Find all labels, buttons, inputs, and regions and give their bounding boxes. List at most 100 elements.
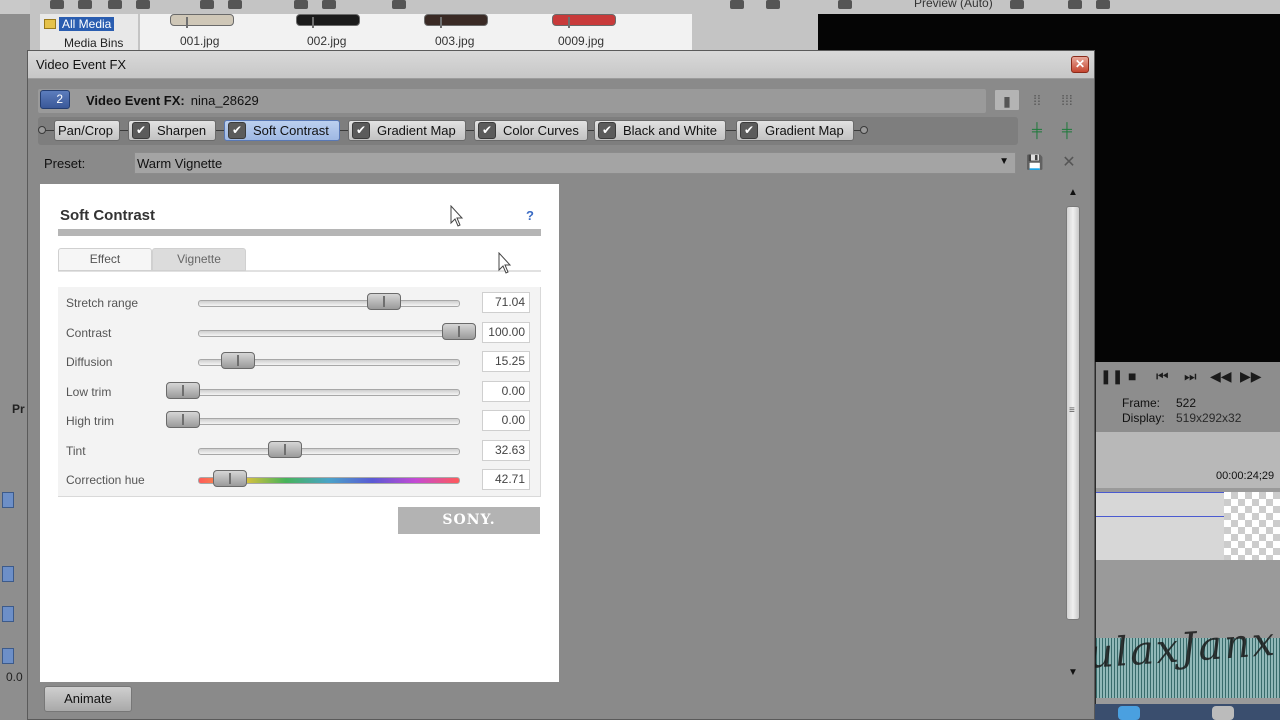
previous-frame-icon[interactable]: ⏮ bbox=[1156, 368, 1169, 385]
slider-track[interactable] bbox=[198, 330, 460, 337]
parameter-row: Tint 32.63 bbox=[58, 437, 541, 465]
slider-thumb[interactable] bbox=[166, 382, 200, 399]
preview-transport: ❚❚ ■ ⏮ ⏭ ◀◀ ▶▶ Frame: 522 Display: 519x292… bbox=[1096, 362, 1280, 432]
slider-track[interactable] bbox=[198, 448, 460, 455]
folder-icon bbox=[44, 19, 56, 29]
play-icon[interactable] bbox=[294, 0, 308, 9]
split-screen-icon[interactable] bbox=[838, 0, 852, 9]
slider-thumb[interactable] bbox=[442, 323, 476, 340]
parameter-value-field[interactable]: 42.71 bbox=[482, 469, 530, 490]
slider-thumb[interactable] bbox=[268, 441, 302, 458]
preset-value: Warm Vignette bbox=[137, 156, 223, 171]
cut-icon[interactable] bbox=[200, 0, 214, 9]
close-icon[interactable]: ✕ bbox=[1071, 56, 1089, 73]
track-header-button[interactable] bbox=[2, 648, 14, 664]
thumbnail-caption: 002.jpg bbox=[307, 34, 347, 48]
copy-icon[interactable] bbox=[228, 0, 242, 9]
next-frame-icon[interactable]: ⏭ bbox=[1184, 368, 1197, 385]
plugin-button-sharpen[interactable]: ✔ Sharpen bbox=[128, 120, 216, 141]
pause-icon[interactable]: ❚❚ bbox=[1100, 368, 1123, 385]
chevron-down-icon[interactable]: ▼ bbox=[999, 156, 1009, 167]
save-snapshot-icon[interactable] bbox=[1096, 0, 1110, 9]
check-icon[interactable]: ✔ bbox=[228, 122, 246, 139]
dialog-title: Video Event FX bbox=[36, 57, 127, 72]
slider-thumb[interactable] bbox=[213, 470, 247, 487]
parameter-label: Contrast bbox=[66, 326, 112, 340]
save-preset-icon[interactable]: 💾 bbox=[1026, 154, 1044, 172]
plugin-chain-icon[interactable]: ╪ bbox=[1026, 119, 1048, 141]
slider-track[interactable] bbox=[182, 389, 460, 396]
slider-track[interactable] bbox=[182, 418, 460, 425]
thumbnail-image[interactable] bbox=[170, 14, 234, 28]
overlays-icon[interactable] bbox=[1010, 0, 1024, 9]
fast-forward-icon[interactable]: ▶▶ bbox=[1240, 368, 1262, 385]
check-icon[interactable]: ✔ bbox=[740, 122, 758, 139]
track-header-button[interactable] bbox=[2, 566, 14, 582]
stop-icon[interactable]: ■ bbox=[1128, 368, 1136, 384]
slider-thumb[interactable] bbox=[367, 293, 401, 310]
thumbnail-caption: 001.jpg bbox=[180, 34, 220, 48]
plugin-button-pan-crop[interactable]: Pan/Crop bbox=[54, 120, 120, 141]
render-icon[interactable] bbox=[108, 0, 122, 9]
scroll-up-icon[interactable]: ▲ bbox=[1065, 185, 1081, 201]
parameter-value-field[interactable]: 100.00 bbox=[482, 322, 530, 343]
stop-icon[interactable] bbox=[322, 0, 336, 9]
parameter-label: Low trim bbox=[66, 385, 112, 399]
double-view-icon[interactable]: ⁞⁞ bbox=[1024, 89, 1050, 111]
plugin-button-gradient-map[interactable]: ✔ Gradient Map bbox=[348, 120, 466, 141]
skype-icon[interactable] bbox=[1118, 706, 1140, 720]
scroll-down-icon[interactable]: ▼ bbox=[1065, 665, 1081, 681]
copy-snapshot-icon[interactable] bbox=[1068, 0, 1082, 9]
media-tree-item[interactable]: All Media bbox=[44, 17, 115, 31]
view-mode-buttons: ▮ ⁞⁞ ⁞⁞⁞ bbox=[992, 89, 1082, 113]
single-view-icon[interactable]: ▮ bbox=[994, 89, 1020, 111]
preset-dropdown[interactable]: Warm Vignette ▼ bbox=[134, 152, 1016, 174]
video-clip[interactable] bbox=[1224, 492, 1280, 560]
parameter-value-field[interactable]: 71.04 bbox=[482, 292, 530, 313]
parameter-value-field[interactable]: 0.00 bbox=[482, 410, 530, 431]
tab-vignette[interactable]: Vignette bbox=[152, 248, 246, 271]
rewind-icon[interactable]: ◀◀ bbox=[1210, 368, 1232, 385]
check-icon[interactable]: ✔ bbox=[132, 122, 150, 139]
plugin-button-color-curves[interactable]: ✔ Color Curves bbox=[474, 120, 588, 141]
panel-scrollbar[interactable]: ▲ ▼ bbox=[1064, 184, 1082, 682]
tab-effect[interactable]: Effect bbox=[58, 248, 152, 271]
check-icon[interactable]: ✔ bbox=[598, 122, 616, 139]
event-number-badge: 2 bbox=[40, 90, 70, 109]
track-header-button[interactable] bbox=[2, 492, 14, 508]
parameter-value-field[interactable]: 32.63 bbox=[482, 440, 530, 461]
slider-thumb[interactable] bbox=[166, 411, 200, 428]
remove-plugin-icon[interactable]: ╪ bbox=[1056, 119, 1078, 141]
save-icon[interactable] bbox=[78, 0, 92, 9]
search-icon[interactable] bbox=[136, 0, 150, 9]
help-icon[interactable]: ? bbox=[526, 208, 534, 223]
preview-quality-label[interactable]: Preview (Auto) bbox=[914, 0, 993, 10]
parameter-row: Stretch range 71.04 bbox=[58, 289, 541, 317]
parameter-value-field[interactable]: 15.25 bbox=[482, 351, 530, 372]
plugin-button-gradient-map-2[interactable]: ✔ Gradient Map bbox=[736, 120, 854, 141]
thumbnail-image[interactable] bbox=[424, 14, 488, 28]
thumbnail-image[interactable] bbox=[296, 14, 360, 28]
delete-preset-icon[interactable]: ✕ bbox=[1060, 152, 1078, 172]
slider-thumb[interactable] bbox=[221, 352, 255, 369]
scrollbar-thumb[interactable] bbox=[1066, 206, 1080, 620]
media-tree-item[interactable]: Media Bins bbox=[64, 36, 123, 50]
external-monitor-icon[interactable] bbox=[766, 0, 780, 9]
plugin-button-black-and-white[interactable]: ✔ Black and White bbox=[594, 120, 726, 141]
import-icon[interactable] bbox=[392, 0, 406, 9]
thumbnail-image[interactable] bbox=[552, 14, 616, 28]
grid-view-icon[interactable]: ⁞⁞⁞ bbox=[1054, 89, 1080, 111]
plugin-button-soft-contrast[interactable]: ✔ Soft Contrast bbox=[224, 120, 340, 141]
check-icon[interactable]: ✔ bbox=[352, 122, 370, 139]
fx-header-title: Video Event FX: nina_28629 bbox=[86, 93, 259, 108]
slider-track[interactable] bbox=[198, 300, 460, 307]
track-header-button[interactable] bbox=[2, 606, 14, 622]
animate-button[interactable]: Animate bbox=[44, 686, 132, 712]
chain-start-node bbox=[38, 126, 46, 134]
open-icon[interactable] bbox=[50, 0, 64, 9]
properties-icon[interactable] bbox=[730, 0, 744, 9]
dialog-titlebar[interactable]: Video Event FX ✕ bbox=[28, 51, 1094, 79]
check-icon[interactable]: ✔ bbox=[478, 122, 496, 139]
recycle-bin-icon[interactable] bbox=[1212, 706, 1234, 720]
parameter-value-field[interactable]: 0.00 bbox=[482, 381, 530, 402]
